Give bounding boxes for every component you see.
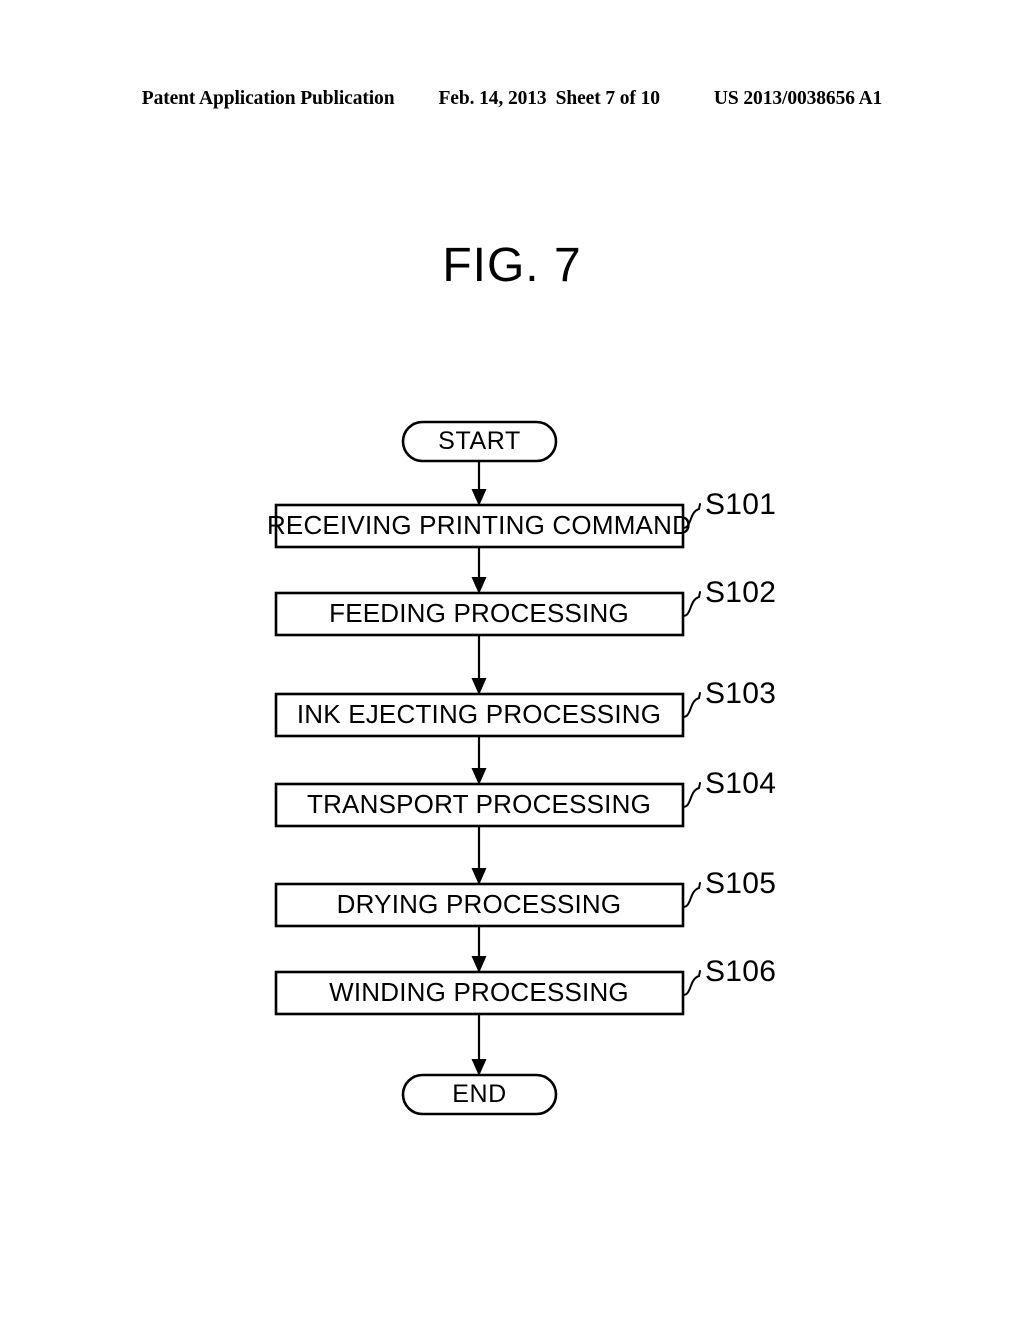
process-box-label: DRYING PROCESSING [337, 889, 622, 919]
start-label: START [438, 427, 521, 455]
arrow-head-icon [471, 1059, 487, 1076]
arrow-head-icon [471, 678, 487, 695]
connector-s104-to-s105 [471, 826, 487, 885]
arrow-head-icon [471, 489, 487, 506]
step-id-label: S104 [705, 767, 776, 800]
step-id-label: S101 [705, 488, 776, 521]
connector-s103-to-s104 [471, 736, 487, 785]
flow-node-s105: DRYING PROCESSING S105 [274, 867, 776, 928]
step-id-label: S103 [705, 677, 776, 710]
flow-node-s102: FEEDING PROCESSING S102 [274, 576, 776, 637]
process-step-layer: RECEIVING PRINTING COMMAND S101 FEEDING PR… [267, 488, 776, 1016]
arrow-head-icon [471, 768, 487, 785]
arrow-head-icon [471, 956, 487, 973]
step-leader-line [682, 882, 701, 908]
step-id-label: S105 [705, 867, 776, 900]
arrow-head-icon [471, 868, 487, 885]
step-leader-line [682, 970, 701, 996]
process-box-label: TRANSPORT PROCESSING [307, 789, 651, 819]
flow-node-s103: INK EJECTING PROCESSING S103 [274, 677, 776, 738]
end-label: END [452, 1080, 507, 1108]
flowchart-canvas: START RECEIVING PRINTING COMMAND S101 FEED… [267, 420, 776, 1116]
arrow-head-icon [471, 577, 487, 594]
connector-s105-to-s106 [471, 926, 487, 973]
process-box-label: WINDING PROCESSING [329, 977, 629, 1007]
flowchart-diagram: START RECEIVING PRINTING COMMAND S101 FEED… [0, 0, 1024, 1320]
connector-s106-to-end [471, 1014, 487, 1076]
connector-s101-to-s102 [471, 547, 487, 594]
connector-s102-to-s103 [471, 635, 487, 695]
flow-node-s104: TRANSPORT PROCESSING S104 [274, 767, 776, 828]
connector-start-to-s101 [471, 461, 487, 506]
step-leader-line [682, 692, 701, 718]
process-box-label: RECEIVING PRINTING COMMAND [267, 510, 691, 540]
flow-node-start: START [401, 420, 558, 463]
flow-node-end: END [401, 1073, 558, 1116]
flow-node-s101: RECEIVING PRINTING COMMAND S101 [267, 488, 776, 549]
flow-node-s106: WINDING PROCESSING S106 [274, 955, 776, 1016]
step-leader-line [682, 591, 701, 617]
step-id-label: S102 [705, 576, 776, 609]
step-leader-line [682, 782, 701, 808]
step-id-label: S106 [705, 955, 776, 988]
process-box-label: INK EJECTING PROCESSING [297, 699, 661, 729]
process-box-label: FEEDING PROCESSING [329, 598, 629, 628]
